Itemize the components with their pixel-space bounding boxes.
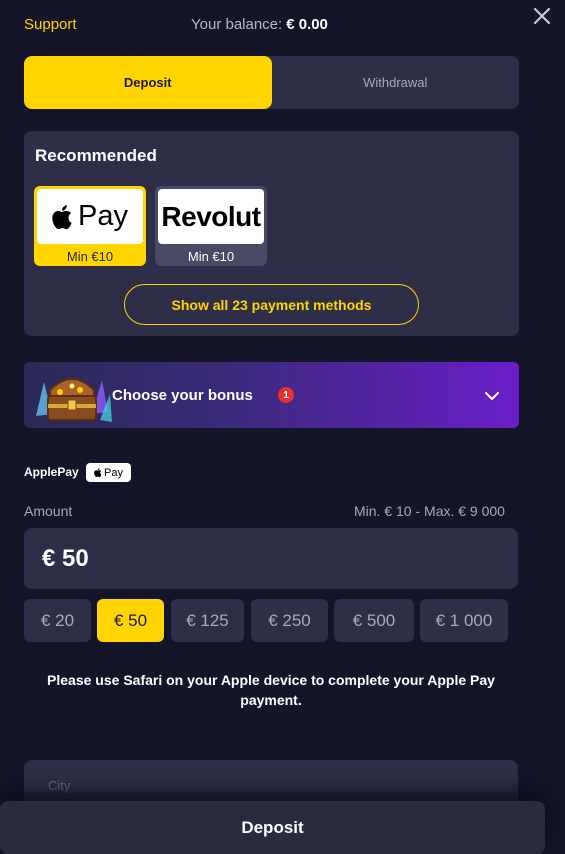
treasure-chest-icon <box>36 378 112 422</box>
applepay-logo-text: Pay <box>78 200 128 232</box>
balance: Your balance: € 0.00 <box>191 16 328 33</box>
amount-value: € 50 <box>42 545 89 572</box>
amount-preset-1000[interactable]: € 1 000 <box>420 599 508 642</box>
city-label: City <box>48 778 71 793</box>
tab-deposit[interactable]: Deposit <box>24 56 272 109</box>
balance-label: Your balance: <box>191 16 283 33</box>
bonus-label: Choose your bonus <box>112 387 253 404</box>
chevron-down-icon <box>485 392 499 400</box>
amount-preset-500[interactable]: € 500 <box>334 599 414 642</box>
balance-value: € 0.00 <box>286 16 328 33</box>
applepay-pill: Pay <box>86 463 131 482</box>
recommended-title: Recommended <box>35 146 157 165</box>
tab-withdrawal[interactable]: Withdrawal <box>272 56 520 109</box>
applepay-min: Min €10 <box>66 249 114 264</box>
choose-bonus-banner[interactable]: Choose your bonus 1 <box>24 362 519 428</box>
deposit-button[interactable]: Deposit <box>0 801 545 854</box>
selected-method-label: ApplePay <box>24 465 79 479</box>
applepay-logo: Pay <box>37 189 143 244</box>
amount-preset-125[interactable]: € 125 <box>171 599 244 642</box>
amount-limits: Min. € 10 - Max. € 9 000 <box>354 503 505 519</box>
show-all-methods-button[interactable]: Show all 23 payment methods <box>124 284 419 325</box>
amount-preset-20[interactable]: € 20 <box>24 599 91 642</box>
payment-method-applepay[interactable]: Pay Min €10 <box>34 186 146 266</box>
payment-method-revolut[interactable]: Revolut Min €10 <box>155 186 267 266</box>
amount-label: Amount <box>24 503 73 519</box>
revolut-logo-text: Revolut <box>161 200 261 232</box>
amount-input[interactable]: € 50 <box>24 528 518 589</box>
amount-preset-250[interactable]: € 250 <box>251 599 328 642</box>
revolut-min: Min €10 <box>187 249 235 264</box>
recommended-methods-card: Recommended Pay Min €10 Revolut Min €10 … <box>24 131 519 336</box>
amount-preset-50[interactable]: € 50 <box>97 599 164 642</box>
top-bar: Support Your balance: € 0.00 <box>0 0 565 50</box>
revolut-logo: Revolut <box>158 189 264 244</box>
support-link[interactable]: Support <box>24 16 77 33</box>
close-icon <box>533 7 551 25</box>
safari-notice: Please use Safari on your Apple device t… <box>47 672 495 708</box>
bonus-count-badge: 1 <box>278 387 294 403</box>
apple-icon <box>94 468 102 478</box>
deposit-withdrawal-tabs: Deposit Withdrawal <box>24 56 519 109</box>
apple-icon <box>52 204 72 229</box>
close-button[interactable] <box>530 4 554 28</box>
applepay-pill-text: Pay <box>104 466 123 479</box>
